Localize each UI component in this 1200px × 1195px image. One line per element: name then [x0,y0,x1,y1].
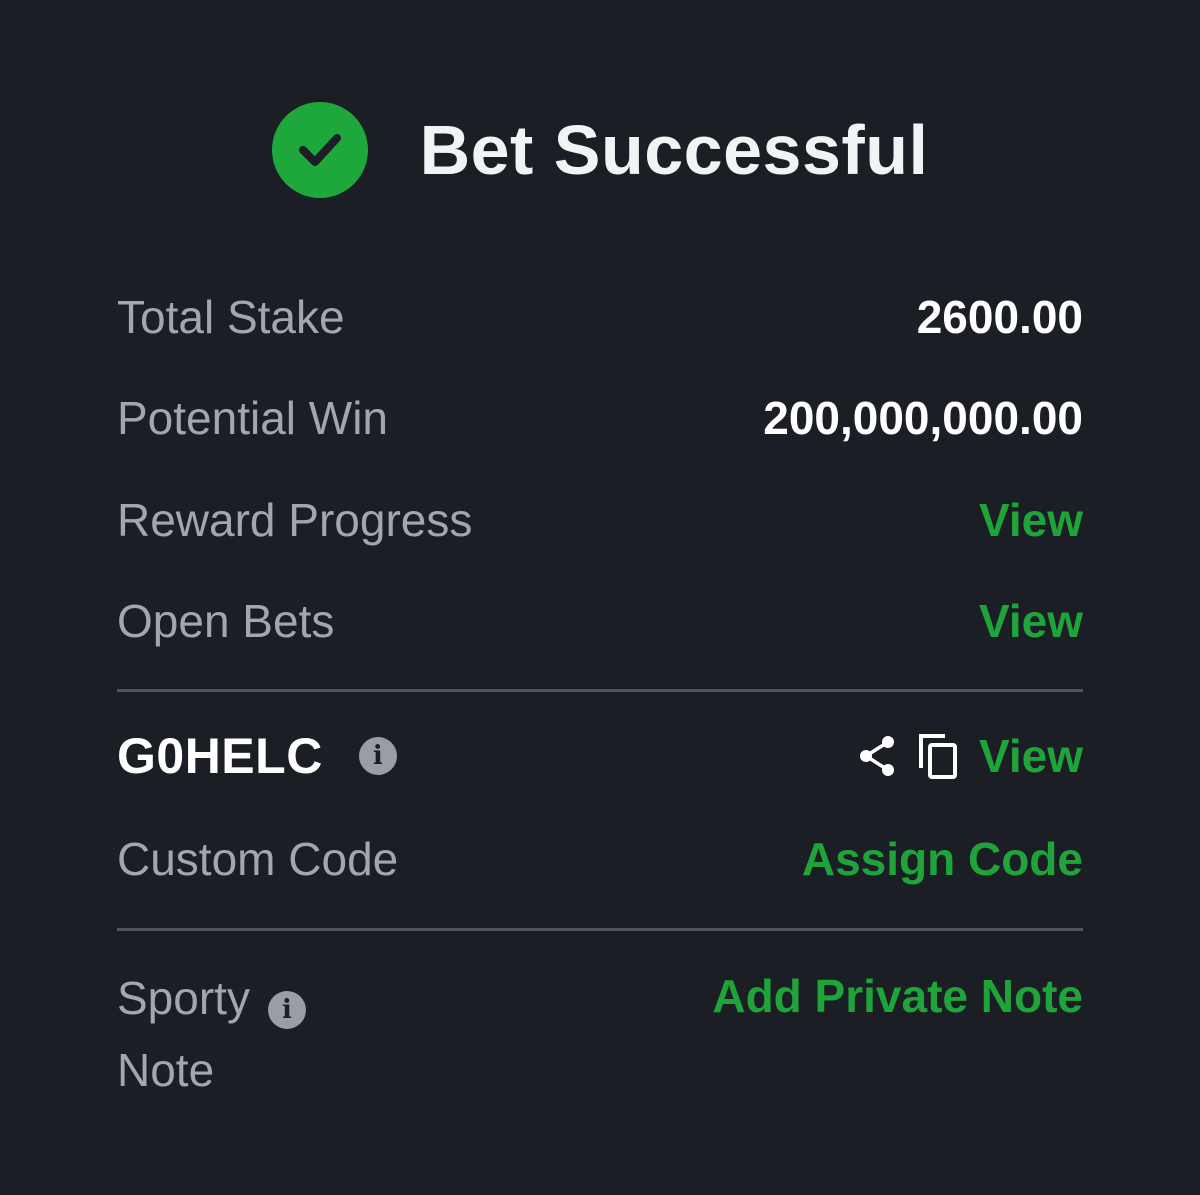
sporty-note-row: Sporty i Note Add Private Note [117,962,1083,1106]
reward-progress-label: Reward Progress [117,494,473,546]
bet-success-panel: Bet Successful Total Stake 2600.00 Poten… [0,0,1200,1195]
sporty-note-label-line1: Sporty [117,972,250,1024]
assign-code-link[interactable]: Assign Code [802,832,1083,886]
potential-win-value: 200,000,000.00 [763,392,1083,444]
open-bets-label: Open Bets [117,595,335,647]
page-title: Bet Successful [419,111,929,189]
reward-progress-row: Reward Progress View [117,493,1083,547]
share-icon[interactable] [857,734,897,778]
divider [117,928,1083,931]
custom-code-row: Custom Code Assign Code [117,832,1083,886]
booking-code-view-link[interactable]: View [979,729,1083,783]
potential-win-label: Potential Win [117,392,389,444]
copy-icon[interactable] [917,732,959,780]
reward-progress-view-link[interactable]: View [979,493,1083,547]
header: Bet Successful [0,100,1200,200]
info-icon[interactable]: i [358,737,397,775]
total-stake-row: Total Stake 2600.00 [117,290,1083,344]
sporty-note-label: Sporty i Note [117,962,377,1106]
info-icon[interactable]: i [267,991,306,1029]
total-stake-value: 2600.00 [916,291,1083,343]
check-circle-icon [271,102,368,198]
add-private-note-link[interactable]: Add Private Note [712,962,1083,1030]
divider [117,689,1083,692]
total-stake-label: Total Stake [117,291,345,343]
sporty-note-label-line2: Note [117,1044,215,1096]
booking-code: G0HELC [117,728,323,784]
open-bets-view-link[interactable]: View [979,594,1083,648]
open-bets-row: Open Bets View [117,594,1083,648]
booking-code-row: G0HELC i View [117,727,1083,785]
potential-win-row: Potential Win 200,000,000.00 [117,391,1083,445]
custom-code-label: Custom Code [117,833,399,885]
